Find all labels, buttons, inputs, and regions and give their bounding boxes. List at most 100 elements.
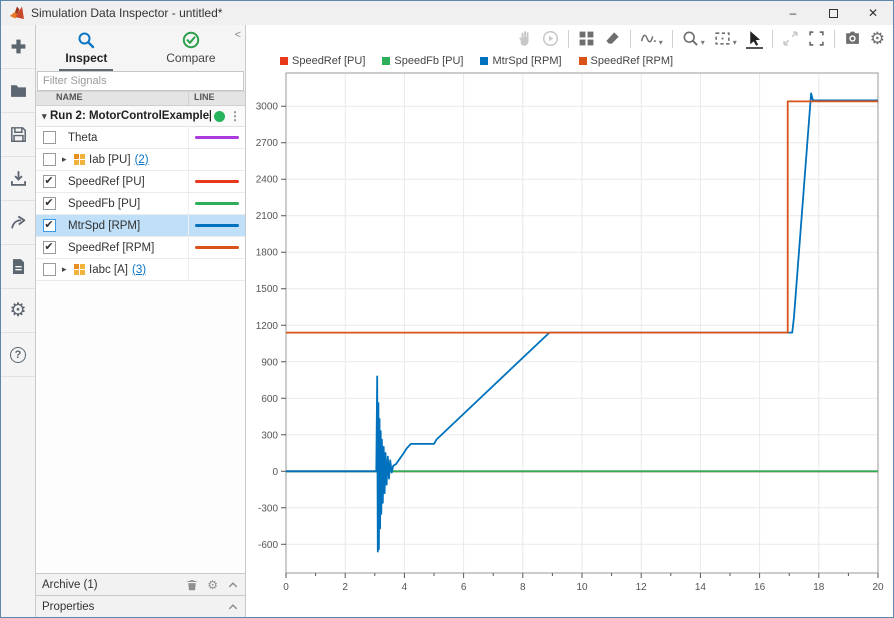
maximize-button[interactable] bbox=[813, 1, 853, 25]
line-swatch bbox=[195, 136, 239, 139]
svg-text:6: 6 bbox=[461, 582, 467, 593]
line-swatch bbox=[195, 180, 239, 183]
signal-checkbox[interactable]: ✔ bbox=[43, 219, 56, 232]
expand-arrows-button bbox=[782, 30, 799, 49]
signal-row-speedref-pu[interactable]: ✔SpeedRef [PU] bbox=[36, 171, 245, 193]
checkbox-cell: ✔ bbox=[36, 197, 62, 210]
signal-row-speedfb-pu[interactable]: ✔ SpeedFb [PU] bbox=[36, 193, 245, 215]
signal-row-iabc-a[interactable]: ▸Iabc [A](3) bbox=[36, 259, 245, 281]
eraser-button[interactable] bbox=[604, 30, 621, 49]
chart-plot[interactable]: -600-30003006009001200150018002100240027… bbox=[246, 51, 894, 595]
chevron-down-icon[interactable]: ▾ bbox=[701, 38, 705, 47]
cursor-icon bbox=[746, 30, 763, 47]
signal-row-iab-pu[interactable]: ▸Iab [PU](2) bbox=[36, 149, 245, 171]
svg-text:0: 0 bbox=[283, 582, 289, 593]
open-button[interactable] bbox=[1, 69, 35, 113]
signal-count-link[interactable]: (3) bbox=[132, 264, 146, 276]
svg-text:2700: 2700 bbox=[256, 138, 279, 149]
signal-name: SpeedFb [PU] bbox=[68, 198, 140, 210]
signal-name-cell: ▸Iab [PU](2) bbox=[62, 154, 188, 166]
camera-button[interactable] bbox=[844, 30, 861, 49]
preferences-button[interactable]: ⚙ bbox=[1, 289, 35, 333]
expand-icon[interactable]: ▸ bbox=[62, 154, 70, 165]
toolbar-separator bbox=[834, 30, 835, 48]
chart-panel: ▾▾▾⚙ SpeedRef [PU]SpeedFb [PU]MtrSpd [RP… bbox=[246, 25, 893, 617]
signal-checkbox[interactable]: ✔ bbox=[43, 175, 56, 188]
chevron-up-icon[interactable] bbox=[227, 579, 239, 591]
signal-group-icon bbox=[74, 264, 85, 275]
trash-icon[interactable] bbox=[186, 579, 198, 591]
line-style-cell[interactable] bbox=[188, 171, 245, 192]
signal-count-link[interactable]: (2) bbox=[135, 154, 149, 166]
archive-bar[interactable]: Archive (1) ⚙ bbox=[36, 573, 245, 595]
layout-grid-button[interactable] bbox=[578, 30, 595, 49]
line-style-cell[interactable] bbox=[188, 215, 245, 236]
filter-container bbox=[37, 71, 244, 91]
svg-text:900: 900 bbox=[261, 357, 278, 368]
help-button[interactable]: ? bbox=[1, 333, 35, 377]
import-button[interactable] bbox=[1, 157, 35, 201]
run-header-label: Run 2: MotorControlExample[Current bbox=[50, 110, 211, 122]
signal-row-theta[interactable]: Theta bbox=[36, 127, 245, 149]
signal-wave-button[interactable]: ▾ bbox=[640, 30, 663, 49]
signal-checkbox[interactable] bbox=[43, 153, 56, 166]
export-button[interactable] bbox=[1, 201, 35, 245]
replay-button bbox=[542, 30, 559, 49]
fullscreen-button[interactable] bbox=[808, 30, 825, 49]
search-icon bbox=[77, 31, 95, 49]
export-icon bbox=[10, 214, 27, 231]
save-button[interactable] bbox=[1, 113, 35, 157]
minimize-button[interactable]: – bbox=[773, 1, 813, 25]
tab-inspect[interactable]: Inspect bbox=[59, 31, 113, 72]
toolbar-separator bbox=[568, 30, 569, 48]
signal-rows: Theta▸Iab [PU](2)✔SpeedRef [PU]✔SpeedFb … bbox=[36, 127, 245, 281]
svg-text:300: 300 bbox=[261, 430, 278, 441]
signal-checkbox[interactable] bbox=[43, 131, 56, 144]
report-button[interactable] bbox=[1, 245, 35, 289]
signal-name-cell: MtrSpd [RPM] bbox=[62, 220, 188, 232]
run-expander-icon[interactable]: ▾ bbox=[42, 111, 50, 122]
run-menu-icon[interactable]: ⋮ bbox=[228, 109, 245, 123]
check-circle-icon bbox=[182, 31, 200, 49]
cursor-button[interactable] bbox=[746, 30, 763, 49]
tab-compare[interactable]: Compare bbox=[160, 31, 221, 69]
fit-view-button[interactable]: ▾ bbox=[714, 30, 737, 49]
signal-checkbox[interactable] bbox=[43, 263, 56, 276]
window-title: Simulation Data Inspector - untitled* bbox=[31, 6, 773, 20]
add-button[interactable] bbox=[1, 25, 35, 69]
gear-icon[interactable]: ⚙ bbox=[207, 578, 218, 592]
line-style-cell[interactable] bbox=[188, 237, 245, 258]
gear-button[interactable]: ⚙ bbox=[870, 30, 885, 49]
checkbox-cell bbox=[36, 263, 62, 276]
signal-row-mtrspd-rpm[interactable]: ✔ MtrSpd [RPM] bbox=[36, 215, 245, 237]
close-button[interactable]: ✕ bbox=[853, 1, 893, 25]
chevron-down-icon[interactable]: ▾ bbox=[733, 38, 737, 47]
run-status-dot bbox=[214, 111, 225, 122]
signal-name: Theta bbox=[68, 132, 97, 144]
zoom-button[interactable]: ▾ bbox=[682, 30, 705, 49]
filter-signals-input[interactable] bbox=[37, 71, 244, 91]
line-style-cell[interactable] bbox=[188, 193, 245, 214]
column-header-line: LINE bbox=[188, 92, 245, 105]
svg-text:2400: 2400 bbox=[256, 175, 279, 186]
folder-icon bbox=[10, 82, 27, 99]
report-icon bbox=[10, 258, 27, 275]
signal-row-speedref-rpm[interactable]: ✔SpeedRef [RPM] bbox=[36, 237, 245, 259]
column-header-name: NAME bbox=[36, 92, 188, 105]
run-header-row[interactable]: ▾ Run 2: MotorControlExample[Current ⋮ bbox=[36, 106, 245, 127]
svg-text:16: 16 bbox=[754, 582, 766, 593]
sidebar-tabs: Inspect Compare bbox=[36, 25, 245, 71]
line-style-cell[interactable] bbox=[188, 259, 245, 280]
toolbar-separator bbox=[630, 30, 631, 48]
signal-name: MtrSpd [RPM] bbox=[68, 220, 140, 232]
signal-checkbox[interactable]: ✔ bbox=[43, 197, 56, 210]
chevron-down-icon[interactable]: ▾ bbox=[659, 38, 663, 47]
window-controls: – ✕ bbox=[773, 1, 893, 25]
properties-bar[interactable]: Properties bbox=[36, 595, 245, 617]
collapse-panel-icon[interactable]: < bbox=[235, 29, 241, 41]
line-style-cell[interactable] bbox=[188, 127, 245, 148]
expand-icon[interactable]: ▸ bbox=[62, 264, 70, 275]
line-style-cell[interactable] bbox=[188, 149, 245, 170]
signal-checkbox[interactable]: ✔ bbox=[43, 241, 56, 254]
chevron-up-icon[interactable] bbox=[227, 601, 239, 613]
